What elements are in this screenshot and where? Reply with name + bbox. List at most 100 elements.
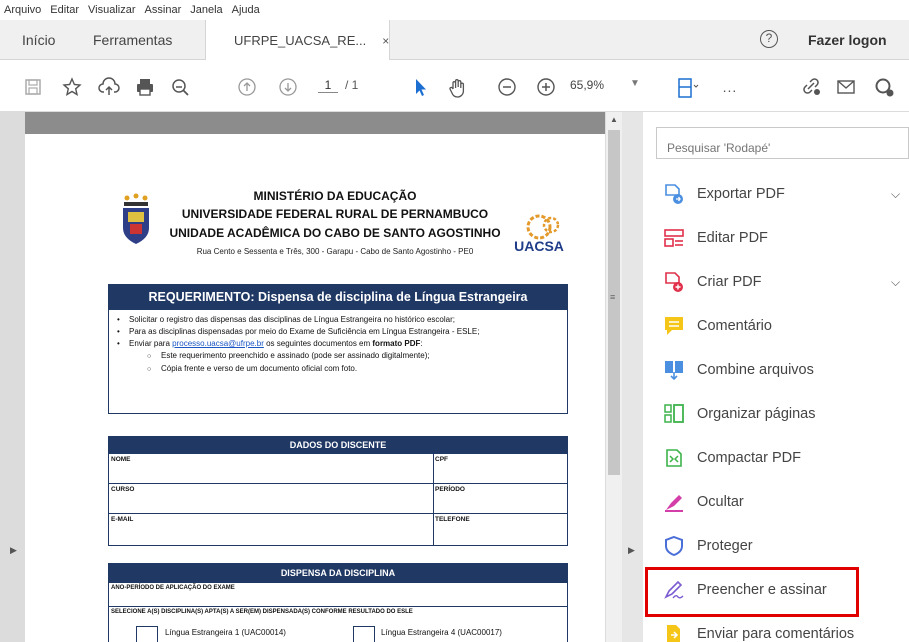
tab-tools[interactable]: Ferramentas: [93, 20, 172, 60]
menu-visualizar[interactable]: Visualizar: [88, 4, 136, 16]
collapse-right-panel-icon[interactable]: ▶: [628, 545, 635, 556]
page-top-margin: [25, 112, 605, 134]
row-curso-periodo: CURSO PERÍODO: [109, 483, 567, 514]
chevron-down-icon[interactable]: ⌵: [891, 187, 900, 202]
vertical-scrollbar[interactable]: ▲ ≡: [606, 112, 622, 642]
save-icon[interactable]: [23, 77, 43, 97]
zoom-in-icon[interactable]: [536, 77, 556, 97]
tool-label: Proteger: [697, 538, 753, 554]
tool-label: Enviar para comentários: [697, 626, 855, 642]
highlight-box: [645, 567, 859, 617]
dispensa-table: DISPENSA DA DISCIPLINA ANO-PERÍODO DE AP…: [108, 563, 568, 642]
menu-janela[interactable]: Janela: [190, 4, 222, 16]
redact-icon: [665, 495, 683, 512]
toolbar: 1 / 1 65,9% ▼ ...: [0, 60, 909, 112]
upload-cloud-icon[interactable]: [98, 77, 120, 97]
tool-create-pdf[interactable]: Criar PDF ⌵: [663, 267, 903, 297]
doc-header-ministry: MINISTÉRIO DA EDUCAÇÃO: [253, 189, 417, 203]
fit-page-icon[interactable]: [676, 77, 699, 98]
page-total: / 1: [345, 78, 359, 92]
menu-ajuda[interactable]: Ajuda: [232, 4, 260, 16]
scroll-grip-icon: ≡: [610, 292, 616, 302]
field-email-label: E-MAIL: [111, 516, 134, 523]
more-tools-icon[interactable]: ...: [720, 77, 740, 97]
help-icon[interactable]: ?: [760, 30, 778, 48]
export-pdf-icon: [665, 184, 683, 204]
tool-edit-pdf[interactable]: Editar PDF: [663, 223, 903, 253]
comment-icon: [665, 317, 683, 335]
page-number-input[interactable]: 1: [318, 78, 338, 93]
tab-document[interactable]: UFRPE_UACSA_RE... ×: [205, 20, 390, 61]
tab-home[interactable]: Início: [22, 20, 55, 60]
field-telefone-label: TELEFONE: [435, 516, 470, 523]
tool-combine-files[interactable]: Combine arquivos: [663, 355, 903, 385]
dados-discente-table: DADOS DO DISCENTE NOME CPF CURSO PERÍODO…: [108, 436, 568, 546]
email-icon[interactable]: [836, 77, 856, 97]
zoom-dropdown-icon[interactable]: ▼: [630, 78, 640, 89]
document-viewer[interactable]: MINISTÉRIO DA EDUCAÇÃO UNIVERSIDADE FEDE…: [0, 112, 643, 642]
zoom-level[interactable]: 65,9%: [570, 78, 604, 92]
select-cursor-icon[interactable]: [410, 77, 430, 97]
dados-title: DADOS DO DISCENTE: [109, 437, 567, 453]
instruction-sub-2: Cópia frente e verso de um documento ofi…: [117, 363, 567, 376]
zoom-out-icon[interactable]: [497, 77, 517, 97]
checkbox-lingua-1[interactable]: [136, 626, 158, 642]
tool-label: Ocultar: [697, 494, 744, 510]
email-link[interactable]: processo.uacsa@ufrpe.br: [172, 339, 264, 348]
tools-search-input[interactable]: [656, 127, 909, 159]
tool-export-pdf[interactable]: Exportar PDF ⌵: [663, 179, 903, 209]
field-curso-label: CURSO: [111, 486, 135, 493]
tool-compress-pdf[interactable]: Compactar PDF: [663, 443, 903, 473]
tool-label: Comentário: [697, 318, 772, 334]
ano-periodo-label: ANO-PERÍODO DE APLICAÇÃO DO EXAME: [109, 582, 567, 606]
instruction-sub-1: Este requerimento preenchido e assinado …: [117, 350, 567, 363]
previous-page-icon[interactable]: [237, 77, 257, 97]
scroll-thumb[interactable]: [608, 130, 620, 475]
next-page-icon[interactable]: [278, 77, 298, 97]
tool-organize-pages[interactable]: Organizar páginas: [663, 399, 903, 429]
label-lingua-1: Língua Estrangeira 1 (UAC00014): [165, 628, 286, 637]
uacsa-logo-text: UACSA: [514, 238, 564, 254]
close-tab-icon[interactable]: ×: [382, 34, 389, 48]
organize-pages-icon: [664, 404, 684, 423]
bookmark-star-icon[interactable]: [62, 77, 82, 97]
zoom-out-search-icon[interactable]: [170, 77, 190, 97]
combine-files-icon: [665, 361, 683, 381]
checkbox-lingua-4[interactable]: [353, 626, 375, 642]
tool-send-comments[interactable]: Enviar para comentários: [663, 619, 903, 642]
panel-divider[interactable]: ▶: [622, 112, 643, 642]
login-button[interactable]: Fazer logon: [808, 20, 887, 60]
send-comments-icon: [667, 625, 680, 642]
tool-comment[interactable]: Comentário: [663, 311, 903, 341]
requerimento-title: REQUERIMENTO: Dispensa de disciplina de …: [109, 285, 567, 310]
tool-redact[interactable]: Ocultar: [663, 487, 903, 517]
menu-arquivo[interactable]: Arquivo: [4, 4, 41, 16]
hand-tool-icon[interactable]: [447, 77, 467, 98]
tab-document-label: UFRPE_UACSA_RE...: [234, 33, 367, 48]
field-periodo-label: PERÍODO: [435, 486, 465, 493]
instruction-3: Enviar para processo.uacsa@ufrpe.br os s…: [117, 338, 567, 350]
expand-left-panel-icon[interactable]: ▶: [10, 545, 17, 556]
label-lingua-4: Língua Estrangeira 4 (UAC00017): [381, 628, 502, 637]
requerimento-box: REQUERIMENTO: Dispensa de disciplina de …: [108, 284, 568, 414]
menu-assinar[interactable]: Assinar: [145, 4, 182, 16]
instruction-1: Solicitar o registro das dispensas das d…: [117, 314, 567, 326]
edit-pdf-icon: [664, 229, 684, 247]
share-link-icon[interactable]: [800, 77, 820, 97]
tool-label: Combine arquivos: [697, 362, 814, 378]
menu-editar[interactable]: Editar: [50, 4, 79, 16]
pdf-page[interactable]: MINISTÉRIO DA EDUCAÇÃO UNIVERSIDADE FEDE…: [25, 134, 605, 642]
field-cpf-label: CPF: [435, 456, 448, 463]
scroll-up-icon[interactable]: ▲: [610, 115, 618, 124]
account-icon[interactable]: [874, 77, 894, 97]
tool-label: Criar PDF: [697, 274, 762, 290]
tool-label: Exportar PDF: [697, 186, 785, 202]
tool-protect[interactable]: Proteger: [663, 531, 903, 561]
tool-label: Organizar páginas: [697, 406, 816, 422]
chevron-down-icon[interactable]: ⌵: [891, 275, 900, 290]
compress-pdf-icon: [666, 449, 682, 467]
create-pdf-icon: [665, 272, 683, 292]
selecione-label: SELECIONE A(S) DISCIPLINA(S) APTA(S) A S…: [111, 609, 413, 615]
tools-panel: Exportar PDF ⌵ Editar PDF Criar PDF ⌵ Co…: [643, 112, 909, 642]
print-icon[interactable]: [135, 77, 155, 97]
